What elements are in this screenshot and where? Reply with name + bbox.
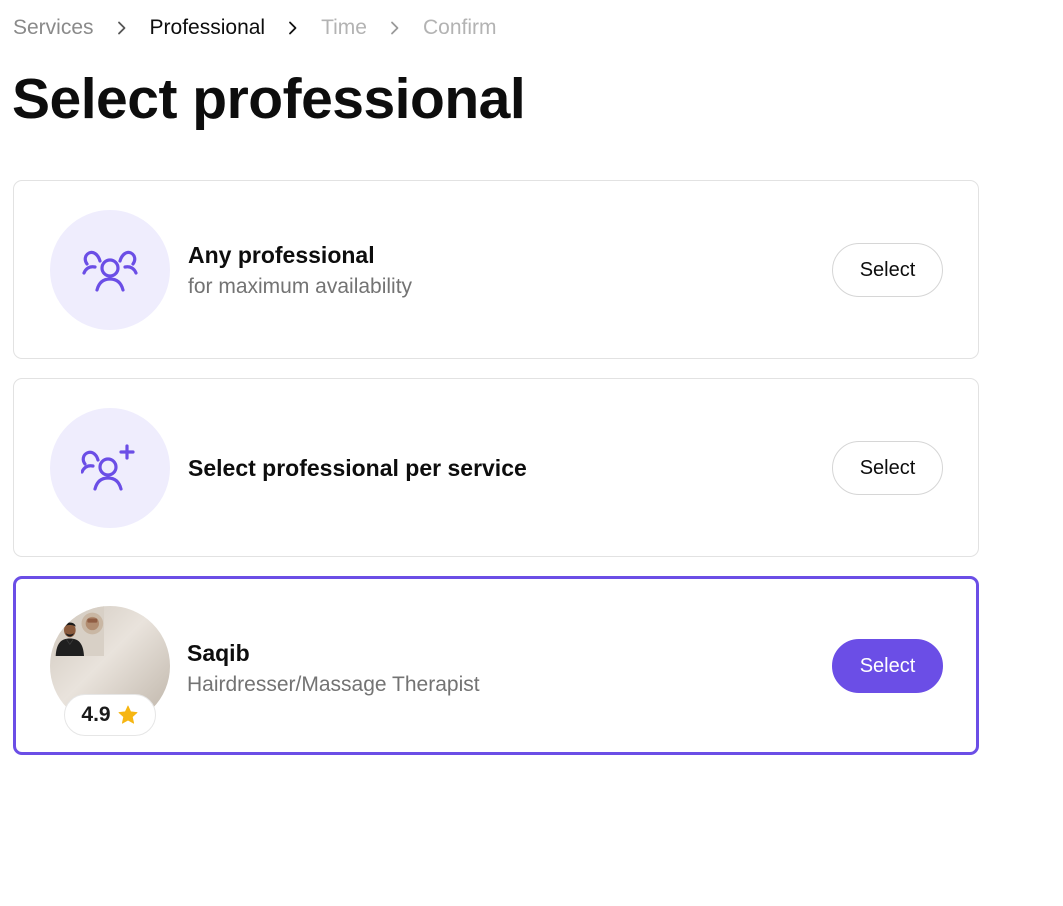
option-professional-saqib[interactable]: 4.9 Saqib Hairdresser/Massage Therapist … — [13, 576, 979, 755]
select-button[interactable]: Select — [832, 243, 943, 297]
option-icon-circle — [50, 408, 170, 528]
rating-value: 4.9 — [81, 703, 111, 726]
option-subtitle: for maximum availability — [188, 275, 413, 298]
breadcrumb-item-time: Time — [321, 16, 367, 39]
avatar-photo — [54, 606, 104, 656]
breadcrumb-item-professional: Professional — [149, 16, 266, 39]
option-title: Select professional per service — [188, 455, 527, 481]
professional-role: Hairdresser/Massage Therapist — [187, 673, 480, 696]
breadcrumb: Services Professional Time Confirm — [13, 14, 497, 42]
users-group-icon — [82, 250, 138, 292]
select-button[interactable]: Select — [832, 441, 943, 495]
breadcrumb-item-confirm: Confirm — [422, 16, 497, 39]
select-button[interactable]: Select — [832, 639, 943, 693]
option-text: Any professional for maximum availabilit… — [188, 240, 412, 302]
chevron-right-icon — [94, 14, 150, 42]
option-per-service[interactable]: Select professional per service Select — [13, 378, 979, 557]
option-title: Any professional — [188, 242, 375, 268]
chevron-right-icon — [265, 14, 321, 42]
chevron-right-icon — [367, 14, 423, 42]
rating-badge: 4.9 — [64, 694, 156, 736]
breadcrumb-item-services[interactable]: Services — [13, 14, 94, 42]
option-icon-circle — [50, 210, 170, 330]
user-add-icon — [81, 444, 135, 491]
option-text: Saqib Hairdresser/Massage Therapist — [187, 638, 480, 700]
star-icon — [118, 705, 138, 724]
professional-avatar-wrapper: 4.9 — [50, 606, 170, 736]
option-text: Select professional per service — [188, 453, 527, 483]
professional-name: Saqib — [187, 640, 250, 666]
page-title: Select professional — [12, 67, 526, 131]
option-any-professional[interactable]: Any professional for maximum availabilit… — [13, 180, 979, 359]
